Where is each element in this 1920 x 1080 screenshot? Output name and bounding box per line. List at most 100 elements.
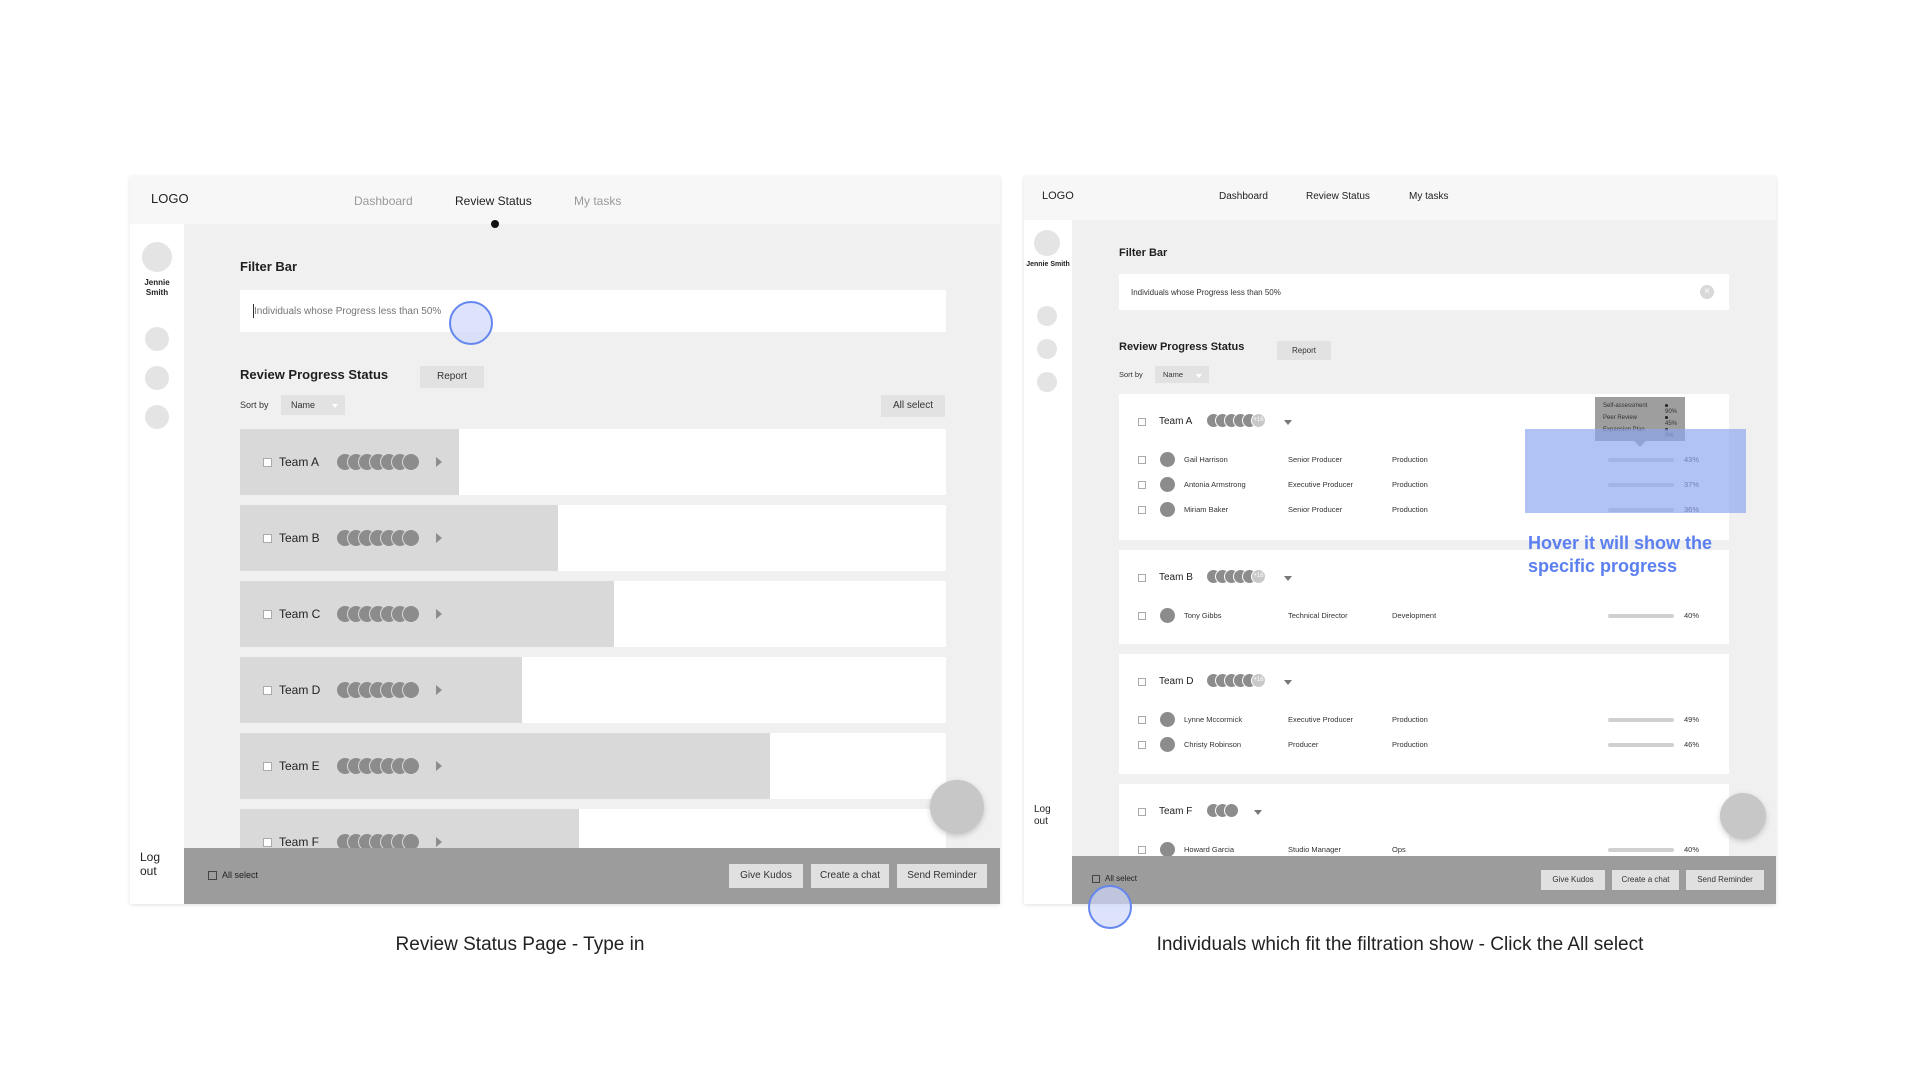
team-checkbox[interactable]	[263, 762, 272, 771]
member-department: Ops	[1392, 845, 1406, 854]
team-row[interactable]: Team E	[240, 733, 946, 799]
create-chat-button[interactable]: Create a chat	[811, 864, 889, 888]
chevron-down-icon[interactable]	[1284, 680, 1292, 685]
sidebar-icon-3[interactable]	[1037, 372, 1057, 392]
sidebar-icon-2[interactable]	[145, 366, 169, 390]
all-select-button[interactable]: All select	[881, 395, 945, 417]
send-reminder-button[interactable]: Send Reminder	[1686, 870, 1764, 890]
create-chat-button[interactable]: Create a chat	[1612, 870, 1679, 890]
logout-link[interactable]: Log out	[140, 850, 170, 878]
sidebar-icon-1[interactable]	[145, 327, 169, 351]
member-checkbox[interactable]	[1138, 846, 1146, 854]
tooltip-row: Self-assessment 90%	[1603, 403, 1678, 415]
team-row[interactable]: Team A	[240, 429, 946, 495]
caret-right-icon[interactable]	[436, 761, 442, 771]
team-row[interactable]: Team C	[240, 581, 946, 647]
sort-select[interactable]: Name	[1155, 366, 1209, 383]
member-checkbox[interactable]	[1138, 741, 1146, 749]
sidebar: Jennie Smith Log out	[1024, 220, 1072, 904]
clear-icon[interactable]: ×	[1700, 285, 1714, 299]
give-kudos-button[interactable]: Give Kudos	[729, 864, 803, 888]
report-button[interactable]: Report	[420, 366, 484, 388]
member-name: Christy Robinson	[1184, 740, 1242, 749]
team-name: Team D	[1159, 676, 1194, 687]
team-checkbox[interactable]	[263, 838, 272, 847]
filter-input[interactable]	[1119, 274, 1729, 310]
caret-right-icon[interactable]	[436, 457, 442, 467]
sidebar-icon-1[interactable]	[1037, 306, 1057, 326]
team-checkbox[interactable]	[1138, 574, 1146, 582]
member-row[interactable]: Christy Robinson Producer Production 46%	[1138, 737, 1728, 753]
sort-by-label: Sort by	[1119, 370, 1143, 379]
nav-review-status[interactable]: Review Status	[455, 194, 532, 208]
report-button[interactable]: Report	[1277, 341, 1331, 360]
team-checkbox[interactable]	[263, 610, 272, 619]
member-name: Lynne Mccormick	[1184, 715, 1243, 724]
sort-select[interactable]: Name	[281, 395, 345, 415]
more-members-badge: +16	[1251, 413, 1266, 428]
team-checkbox[interactable]	[1138, 418, 1146, 426]
chevron-down-icon[interactable]	[1284, 420, 1292, 425]
team-name: Team F	[279, 835, 320, 849]
caret-right-icon[interactable]	[436, 685, 442, 695]
team-row[interactable]: Team B	[240, 505, 946, 571]
member-name: Howard Garcia	[1184, 845, 1235, 854]
member-progress-value: 40%	[1684, 845, 1700, 854]
member-progress-bar[interactable]	[1608, 614, 1674, 618]
user-avatar[interactable]	[1034, 230, 1060, 256]
floating-action-button[interactable]	[930, 780, 984, 834]
user-avatar[interactable]	[142, 242, 172, 272]
checkbox[interactable]	[208, 871, 217, 880]
logout-link[interactable]: Log out	[1034, 804, 1062, 828]
member-progress-value: 40%	[1684, 611, 1700, 620]
member-avatar	[402, 529, 420, 547]
sort-by-label: Sort by	[240, 400, 269, 410]
member-progress-bar[interactable]	[1608, 743, 1674, 747]
nav-my-tasks[interactable]: My tasks	[1409, 191, 1448, 202]
member-checkbox[interactable]	[1138, 716, 1146, 724]
team-checkbox[interactable]	[1138, 678, 1146, 686]
member-progress-bar[interactable]	[1608, 848, 1674, 852]
left-wireframe: LOGO Dashboard Review Status My tasks Je…	[130, 176, 1000, 904]
sidebar: Jennie Smith Log out	[130, 224, 184, 904]
floating-action-button[interactable]	[1720, 793, 1766, 839]
member-avatars	[1206, 803, 1286, 821]
team-name: Team E	[279, 759, 320, 773]
member-checkbox[interactable]	[1138, 506, 1146, 514]
right-caption: Individuals which fit the filtration sho…	[1156, 934, 1644, 955]
give-kudos-button[interactable]: Give Kudos	[1541, 870, 1605, 890]
member-checkbox[interactable]	[1138, 612, 1146, 620]
member-checkbox[interactable]	[1138, 481, 1146, 489]
caret-right-icon[interactable]	[436, 837, 442, 847]
member-avatar	[1160, 502, 1175, 517]
nav-dashboard[interactable]: Dashboard	[354, 194, 413, 208]
member-avatar	[1160, 608, 1175, 623]
team-checkbox[interactable]	[263, 686, 272, 695]
member-checkbox[interactable]	[1138, 456, 1146, 464]
member-avatars	[336, 681, 436, 699]
review-progress-title: Review Progress Status	[240, 367, 389, 382]
caret-right-icon[interactable]	[436, 533, 442, 543]
team-checkbox[interactable]	[1138, 808, 1146, 816]
nav-my-tasks[interactable]: My tasks	[574, 194, 621, 208]
nav-review-status[interactable]: Review Status	[1306, 191, 1370, 202]
member-avatars: +16	[1206, 569, 1286, 587]
team-checkbox[interactable]	[263, 534, 272, 543]
member-row[interactable]: Lynne Mccormick Executive Producer Product…	[1138, 712, 1728, 728]
send-reminder-button[interactable]: Send Reminder	[897, 864, 987, 888]
filter-input[interactable]	[240, 290, 946, 332]
bottom-action-bar: All select Give Kudos Create a chat Send…	[1072, 856, 1776, 904]
team-checkbox[interactable]	[263, 458, 272, 467]
caret-right-icon[interactable]	[436, 609, 442, 619]
checkbox[interactable]	[1092, 875, 1100, 883]
team-row[interactable]: Team D	[240, 657, 946, 723]
member-row[interactable]: Tony Gibbs Technical Director Development 4…	[1138, 608, 1728, 624]
member-department: Production	[1392, 505, 1428, 514]
member-progress-bar[interactable]	[1608, 718, 1674, 722]
chevron-down-icon[interactable]	[1284, 576, 1292, 581]
sidebar-icon-2[interactable]	[1037, 339, 1057, 359]
chevron-down-icon[interactable]	[1254, 810, 1262, 815]
sidebar-icon-3[interactable]	[145, 405, 169, 429]
member-avatar	[1160, 737, 1175, 752]
nav-dashboard[interactable]: Dashboard	[1219, 191, 1268, 202]
